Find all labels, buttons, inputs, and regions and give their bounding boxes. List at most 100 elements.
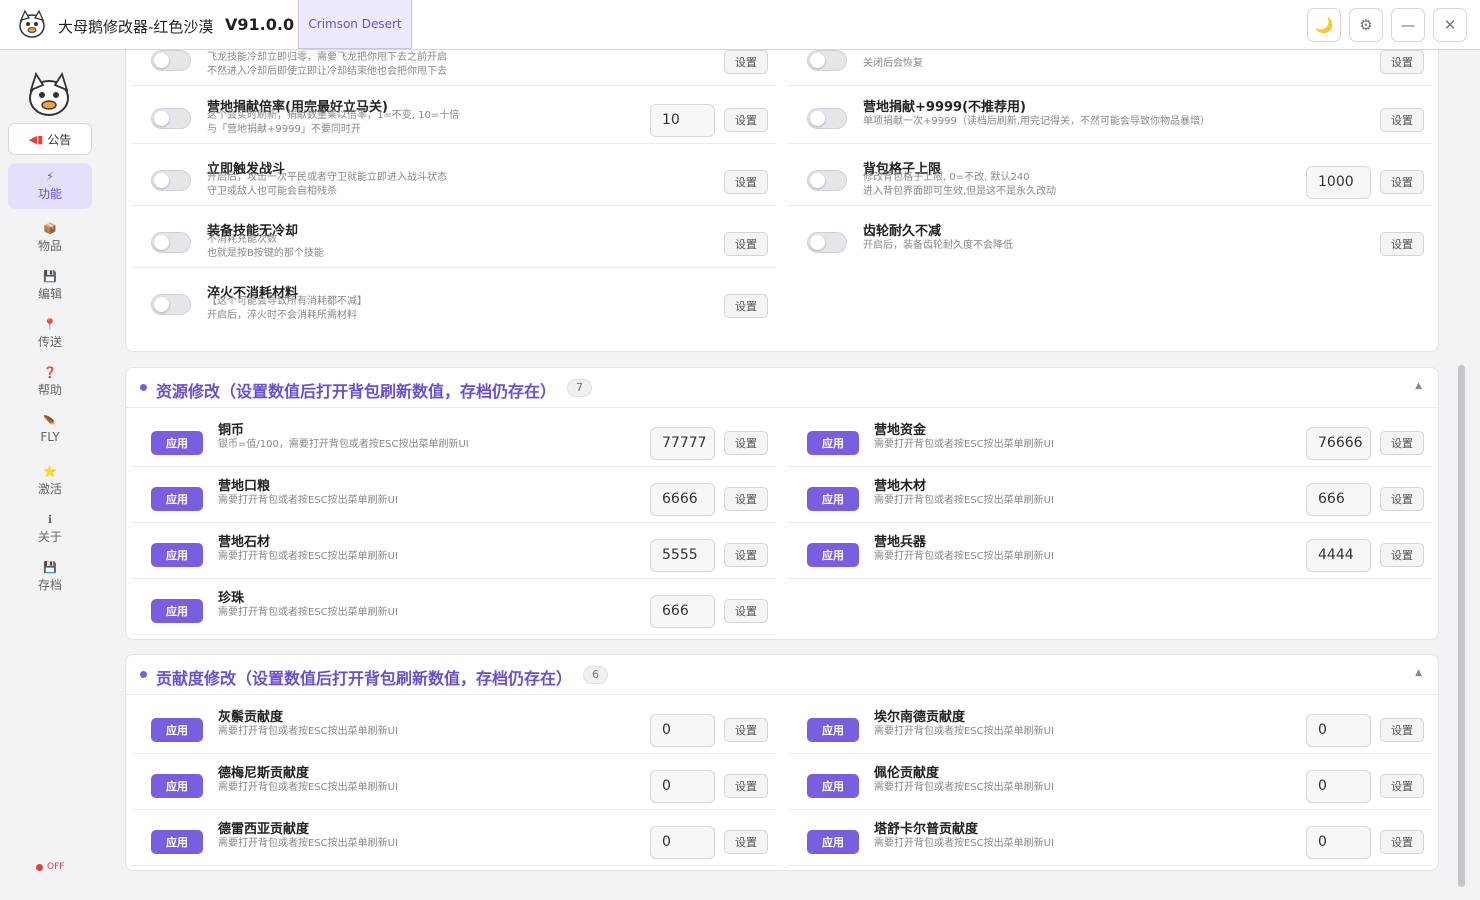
set-button[interactable]: 设置 [1380, 232, 1424, 256]
feature-row: 营地捐献+9999(不推荐用) 单项捐献一次+9999（读档后刷新,用完记得关，不… [787, 88, 1432, 144]
toggle-switch[interactable] [151, 232, 191, 253]
row-title: 埃尔南德贡献度 [874, 710, 966, 725]
set-button[interactable]: 设置 [1380, 170, 1424, 194]
sidebar-item-6[interactable]: 🪶 FLY [8, 407, 92, 453]
collapse-icon[interactable]: ▲ [1415, 381, 1422, 391]
resources-header[interactable]: 资源修改（设置数值后打开背包刷新数值，存档仍存在） 7 ▲ [126, 368, 1438, 408]
title-bar: 大母鹅修改器-红色沙漠 V91.0.0 Crimson Desert 🌙 ⚙ — ✕ [0, 0, 1480, 50]
sidebar-item-4[interactable]: 📍 传送 [8, 311, 92, 357]
sidebar-item-1[interactable]: ⚡ 功能 [8, 163, 92, 209]
value-input[interactable]: 4444 [1306, 539, 1371, 572]
sidebar-item-3[interactable]: 💾 编辑 [8, 263, 92, 309]
set-button[interactable]: 设置 [724, 170, 768, 194]
value-input[interactable]: 5555 [650, 539, 715, 572]
apply-button[interactable]: 应用 [807, 543, 859, 567]
value-input[interactable]: 666 [1306, 483, 1371, 516]
apply-button[interactable]: 应用 [151, 718, 203, 742]
row-title: 珍珠 [218, 591, 245, 606]
set-button[interactable]: 设置 [1380, 50, 1424, 74]
set-button[interactable]: 设置 [724, 232, 768, 256]
value-input[interactable]: 0 [650, 826, 715, 859]
apply-button[interactable]: 应用 [807, 774, 859, 798]
set-button[interactable]: 设置 [1380, 543, 1424, 567]
sidebar-item-5[interactable]: ❓ 帮助 [8, 359, 92, 405]
collapse-icon[interactable]: ▲ [1415, 668, 1422, 678]
toggle-switch[interactable] [151, 170, 191, 191]
apply-button[interactable]: 应用 [807, 718, 859, 742]
contribution-header[interactable]: 贡献度修改（设置数值后打开背包刷新数值，存档仍存在） 6 ▲ [126, 655, 1438, 695]
toggle-switch[interactable] [151, 50, 191, 71]
sidebar-item-8[interactable]: ℹ 关于 [8, 506, 92, 552]
apply-button[interactable]: 应用 [807, 487, 859, 511]
sidebar-item-2[interactable]: 📦 物品 [8, 215, 92, 261]
value-input[interactable]: 0 [650, 770, 715, 803]
value-input[interactable]: 76666 [1306, 427, 1371, 460]
feature-row: 关闭后会恢复 设置 [787, 50, 1432, 86]
toggle-switch[interactable] [151, 294, 191, 315]
value-input[interactable]: 1000 [1306, 166, 1371, 199]
sidebar-item-7[interactable]: ⭐ 激活 [8, 458, 92, 504]
feature-row: 齿轮耐久不减 开启后，装备齿轮耐久度不会降低 设置 [787, 212, 1432, 268]
set-button[interactable]: 设置 [724, 431, 768, 455]
set-button[interactable]: 设置 [724, 774, 768, 798]
theme-toggle-button[interactable]: 🌙 [1307, 8, 1341, 42]
scrollbar-thumb[interactable] [1458, 365, 1465, 887]
apply-button[interactable]: 应用 [151, 543, 203, 567]
apply-button[interactable]: 应用 [151, 830, 203, 854]
value-input[interactable]: 77777 [650, 427, 715, 460]
sidebar-item-label: 传送 [37, 334, 62, 349]
settings-button[interactable]: ⚙ [1349, 8, 1383, 42]
value-input[interactable]: 666 [650, 595, 715, 628]
apply-button[interactable]: 应用 [151, 599, 203, 623]
set-button[interactable]: 设置 [1380, 830, 1424, 854]
row-title: 营地资金 [874, 423, 927, 438]
row-title: 营地石材 [218, 535, 271, 550]
status-indicator: OFF [36, 862, 64, 872]
toggle-switch[interactable] [151, 108, 191, 129]
tab-crimson-desert[interactable]: Crimson Desert [298, 0, 412, 49]
set-button[interactable]: 设置 [724, 599, 768, 623]
value-input[interactable]: 10 [650, 104, 715, 137]
set-button[interactable]: 设置 [724, 830, 768, 854]
set-button[interactable]: 设置 [724, 108, 768, 132]
sidebar-item-9[interactable]: 💾 存档 [8, 554, 92, 600]
feature-row: 飞龙技能冷却立即归零，需要飞龙把你甩下去之前开启 不然进入冷却后即使立即让冷却结束… [131, 50, 776, 86]
resource-row: 应用 营地资金 需要打开背包或者按ESC按出菜单刷新UI 76666 设置 [787, 411, 1432, 467]
notice-button[interactable]: ◀▮ 公告 [8, 123, 92, 155]
contribution-title: 贡献度修改（设置数值后打开背包刷新数值，存档仍存在） [156, 669, 573, 688]
goose-avatar-icon [29, 71, 69, 116]
toggle-switch[interactable] [807, 170, 847, 191]
value-input[interactable]: 0 [650, 714, 715, 747]
apply-button[interactable]: 应用 [151, 487, 203, 511]
value-input[interactable]: 0 [1306, 714, 1371, 747]
value-input[interactable]: 0 [1306, 826, 1371, 859]
row-title: 塔舒卡尔普贡献度 [874, 822, 979, 837]
sidebar: ◀▮ 公告 ⚡ 功能 📦 物品 💾 编辑 📍 传送 ❓ 帮助 🪶 FLY ⭐ 激活 ℹ 关于 💾 存档 OFF [0, 50, 100, 900]
apply-button[interactable]: 应用 [151, 431, 203, 455]
resource-row: 应用 珍珠 需要打开背包或者按ESC按出菜单刷新UI 666 设置 [131, 579, 776, 635]
set-button[interactable]: 设置 [724, 50, 768, 74]
apply-button[interactable]: 应用 [807, 431, 859, 455]
row-title: 铜币 [218, 423, 245, 438]
toggle-switch[interactable] [807, 50, 847, 71]
set-button[interactable]: 设置 [1380, 487, 1424, 511]
contribution-card: 贡献度修改（设置数值后打开背包刷新数值，存档仍存在） 6 ▲ 应用 灰鬃贡献度 需要… [125, 654, 1439, 871]
sidebar-item-label: 帮助 [37, 382, 62, 397]
value-input[interactable]: 0 [1306, 770, 1371, 803]
toggle-switch[interactable] [807, 232, 847, 253]
set-button[interactable]: 设置 [724, 543, 768, 567]
value-input[interactable]: 6666 [650, 483, 715, 516]
apply-button[interactable]: 应用 [151, 774, 203, 798]
set-button[interactable]: 设置 [724, 487, 768, 511]
set-button[interactable]: 设置 [1380, 774, 1424, 798]
toggle-switch[interactable] [807, 108, 847, 129]
minimize-button[interactable]: — [1391, 8, 1425, 42]
set-button[interactable]: 设置 [724, 718, 768, 742]
sidebar-item-label: 关于 [37, 529, 62, 544]
set-button[interactable]: 设置 [724, 294, 768, 318]
apply-button[interactable]: 应用 [807, 830, 859, 854]
set-button[interactable]: 设置 [1380, 108, 1424, 132]
set-button[interactable]: 设置 [1380, 431, 1424, 455]
set-button[interactable]: 设置 [1380, 718, 1424, 742]
close-button[interactable]: ✕ [1433, 8, 1467, 42]
